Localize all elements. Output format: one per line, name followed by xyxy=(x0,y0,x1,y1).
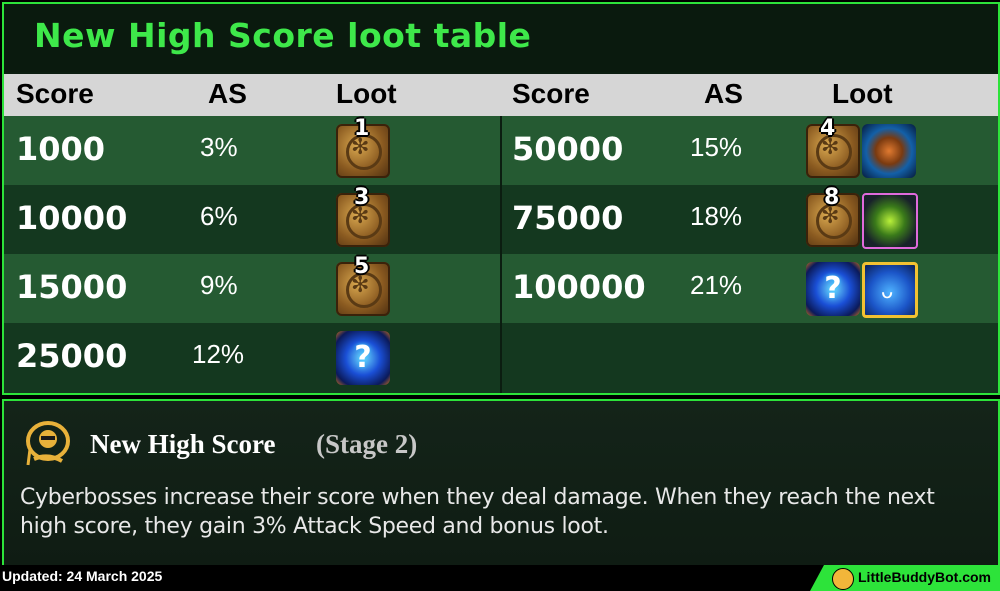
mystery-orb-icon: ? xyxy=(336,331,390,385)
monster-egg-icon xyxy=(862,262,918,318)
table-row: 10000 6% 3 xyxy=(4,185,500,254)
score-value: 100000 xyxy=(512,268,646,306)
loot-count-badge: 5 xyxy=(354,254,370,279)
header-loot-left: Loot xyxy=(336,78,397,109)
footer: Updated: 24 March 2025 LittleBuddyBot.co… xyxy=(0,565,1000,591)
empty-cell xyxy=(502,323,998,393)
table-row: 100000 21% ? xyxy=(502,254,998,323)
as-value: 18% xyxy=(690,201,743,231)
header-as-right: AS xyxy=(704,78,743,109)
header-score-left: Score xyxy=(16,78,94,109)
brand-badge[interactable]: LittleBuddyBot.com xyxy=(810,565,1000,591)
loot-table-panel: New High Score loot table Score AS Loot … xyxy=(2,2,1000,395)
augment-description: Cyberbosses increase their score when th… xyxy=(20,485,935,539)
score-value: 10000 xyxy=(16,199,128,237)
header-score-right: Score xyxy=(512,78,590,109)
brand-link[interactable]: LittleBuddyBot.com xyxy=(858,569,991,585)
loot-count-badge: 3 xyxy=(354,185,370,210)
as-value: 3% xyxy=(200,132,238,162)
title-bar: New High Score loot table xyxy=(4,4,998,72)
augment-description-panel: New High Score (Stage 2) Cyberbosses inc… xyxy=(2,399,1000,565)
table-row: 15000 9% 5 xyxy=(4,254,500,323)
green-component-icon xyxy=(862,193,918,249)
score-value: 50000 xyxy=(512,130,624,168)
score-value: 15000 xyxy=(16,268,128,306)
updated-date: Updated: 24 March 2025 xyxy=(2,568,163,584)
as-value: 15% xyxy=(690,132,743,162)
header-as-left: AS xyxy=(208,78,247,109)
header-loot-right: Loot xyxy=(832,78,893,109)
as-value: 6% xyxy=(200,201,238,231)
table-header: Score AS Loot Score AS Loot xyxy=(4,74,998,116)
page-title: New High Score loot table xyxy=(34,16,532,55)
table-row: 1000 3% 1 xyxy=(4,116,500,185)
score-value: 75000 xyxy=(512,199,624,237)
score-value: 1000 xyxy=(16,130,106,168)
table-row: 50000 15% 4 xyxy=(502,116,998,185)
augment-stage: (Stage 2) xyxy=(316,429,418,459)
loot-count-badge: 8 xyxy=(824,185,840,210)
as-value: 12% xyxy=(192,339,245,369)
buddy-logo-icon xyxy=(832,568,854,590)
score-value: 25000 xyxy=(16,337,128,375)
champion-ball-icon xyxy=(862,124,916,178)
loot-count-badge: 4 xyxy=(820,116,836,141)
infographic: New High Score loot table Score AS Loot … xyxy=(0,0,1000,591)
augment-name: New High Score xyxy=(90,429,276,459)
table-row: 75000 18% 8 xyxy=(502,185,998,254)
as-value: 9% xyxy=(200,270,238,300)
mystery-orb-icon: ? xyxy=(806,262,860,316)
loot-count-badge: 1 xyxy=(354,116,370,141)
table-body: 1000 3% 1 10000 6% 3 15000 9% xyxy=(4,116,998,393)
augment-icon xyxy=(26,421,70,466)
table-row: 25000 12% ? xyxy=(4,323,500,393)
as-value: 21% xyxy=(690,270,743,300)
